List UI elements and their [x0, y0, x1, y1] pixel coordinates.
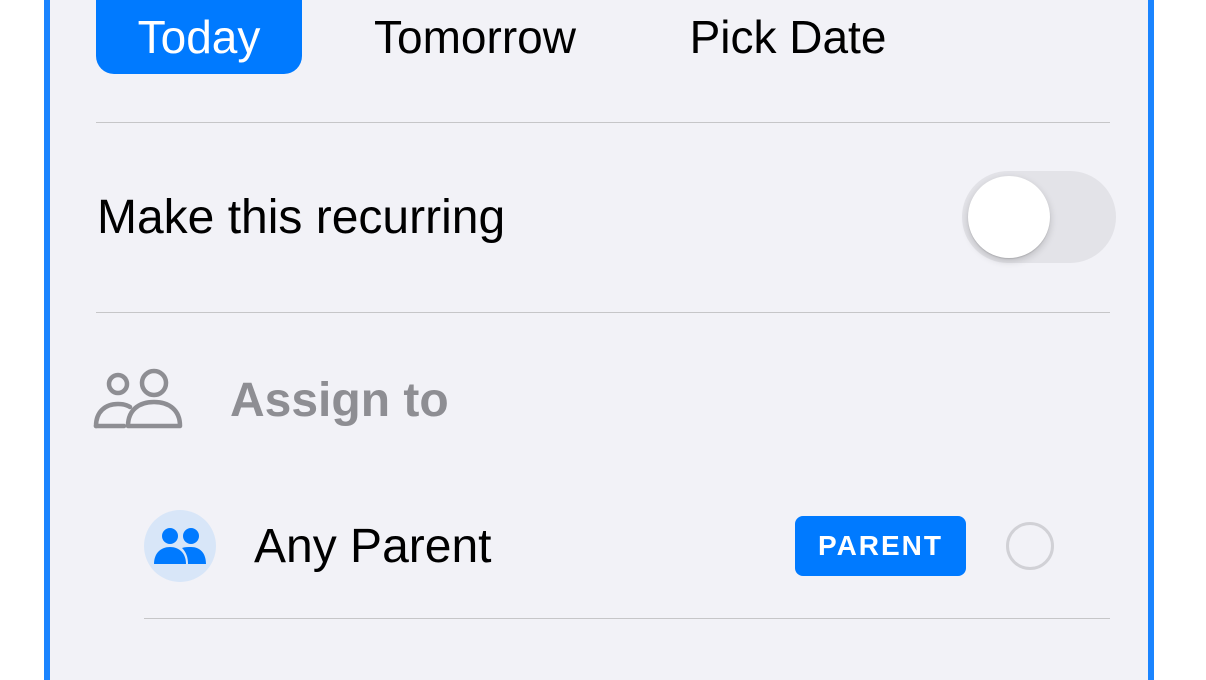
assignee-radio-button[interactable]	[1006, 522, 1054, 570]
divider	[96, 312, 1110, 313]
date-option-pick-date[interactable]: Pick Date	[680, 0, 896, 74]
recurring-toggle[interactable]	[962, 171, 1116, 263]
date-option-today[interactable]: Today	[96, 0, 302, 74]
people-filled-icon	[144, 510, 216, 582]
assignee-option-label: Any Parent	[254, 520, 492, 573]
assign-to-heading: Assign to	[230, 374, 449, 427]
people-outline-icon	[93, 368, 183, 429]
divider	[144, 618, 1110, 619]
divider	[96, 122, 1110, 123]
date-option-tomorrow[interactable]: Tomorrow	[362, 0, 588, 74]
date-option-tomorrow-label: Tomorrow	[374, 11, 576, 63]
task-form-card	[44, 0, 1154, 680]
role-badge: PARENT	[795, 516, 966, 576]
toggle-knob	[968, 176, 1050, 258]
date-option-pick-date-label: Pick Date	[689, 11, 887, 63]
recurring-label: Make this recurring	[97, 191, 506, 244]
date-option-today-label: Today	[137, 11, 261, 63]
